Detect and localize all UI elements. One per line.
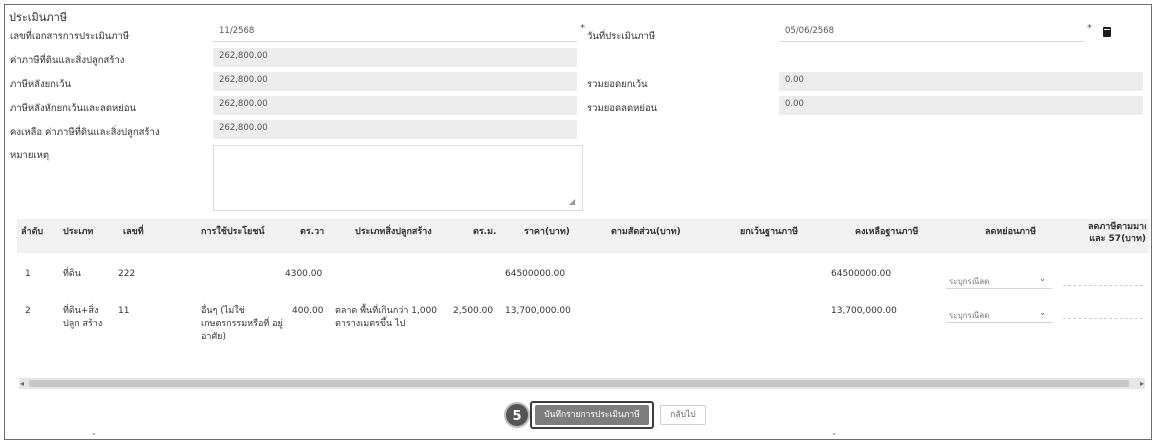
calendar-icon[interactable] — [1103, 27, 1111, 37]
resize-grip-icon[interactable]: ◢ — [569, 197, 575, 206]
tax-after-reduce-label: ภาษีหลังหักยกเว้นและลดหย่อน — [10, 103, 137, 114]
row1-reduce-select[interactable]: ระบุกรณีลด ⌄ — [946, 271, 1052, 289]
col-remaining-base: คงเหลือฐานภาษี — [855, 227, 919, 237]
row2-sqwa: 400.00 — [292, 306, 324, 316]
scroll-left-icon[interactable]: ◂ — [20, 378, 24, 389]
total-exempt-field: 0.00 — [779, 72, 1143, 91]
chevron-down-icon: ⌄ — [1039, 274, 1046, 283]
row1-no: 1 — [25, 269, 31, 279]
row2-reduce-value: ระบุกรณีลด — [949, 311, 990, 320]
tax-assessment-panel: ประเมินภาษี เลขที่เอกสารการประเมินภาษี 1… — [4, 4, 1152, 440]
col-price: ราคา(บาท) — [524, 227, 570, 237]
col-sqwa: ตร.วา — [300, 227, 325, 237]
row2-usage: อื่นๆ (ไม่ใช่ เกษตรกรรมหรือที่ อยู่อาศัย… — [201, 306, 283, 342]
decorative-dot — [833, 433, 835, 435]
row2-reduce-select[interactable]: ระบุกรณีลด ⌄ — [946, 305, 1052, 323]
row1-reduce-law-field[interactable] — [1063, 285, 1143, 287]
assess-date-label: วันที่ประเมินภาษี — [587, 31, 656, 42]
col-type: ประเภท — [63, 227, 94, 237]
table-header — [17, 219, 1149, 253]
save-assessment-button[interactable]: บันทึกรายการประเมินภาษี — [535, 405, 649, 425]
col-share-price: ตามสัดส่วน(บาท) — [611, 227, 681, 237]
row1-remaining-base: 64500000.00 — [831, 269, 892, 279]
total-exempt-label: รวมยอดยกเว้น — [587, 79, 648, 90]
row1-type: ที่ดิน — [63, 269, 81, 279]
col-exempt-base: ยกเว้นฐานภาษี — [740, 227, 799, 237]
chevron-down-icon: ⌄ — [1039, 308, 1046, 317]
row2-reduce-law-field[interactable] — [1063, 318, 1143, 320]
note-label: หมายเหตุ — [10, 150, 50, 161]
doc-no-field[interactable]: 11/2568 — [213, 23, 577, 42]
total-reduce-label: รวมยอดลดหย่อน — [587, 103, 658, 114]
back-button[interactable]: กลับไป — [660, 405, 706, 425]
col-building-type: ประเภทสิ่งปลูกสร้าง — [355, 227, 432, 237]
remaining-tax-field: 262,800.00 — [213, 120, 577, 139]
tax-before-exempt-label: ภาษีหลังยกเว้น — [10, 79, 71, 90]
row2-price: 13,700,000.00 — [505, 306, 571, 316]
row2-remaining-base: 13,700,000.00 — [831, 306, 897, 316]
section-title: ประเมินภาษี — [9, 11, 68, 24]
col-sqm: ตร.ม. — [473, 227, 497, 237]
tax-before-exempt-field: 262,800.00 — [213, 72, 577, 91]
total-reduce-field: 0.00 — [779, 96, 1143, 115]
tax-after-reduce-field: 262,800.00 — [213, 96, 577, 115]
col-no: ลำดับ — [21, 227, 44, 237]
note-textarea[interactable] — [213, 145, 583, 211]
table-horizontal-scrollbar[interactable]: ◂ ▸ — [19, 378, 1145, 389]
decorative-dot — [93, 433, 95, 435]
row1-price: 64500000.00 — [505, 269, 566, 279]
doc-no-label: เลขที่เอกสารการประเมินภาษี — [10, 31, 130, 42]
col-reduce-law: ลดภาษีตามมาตร และ 57(บาท) — [1088, 221, 1146, 245]
remaining-tax-label: คงเหลือ ค่าภาษีที่ดินและสิ่งปลูกสร้าง — [10, 127, 160, 138]
row2-building-type: ตลาด พื้นที่เกินกว่า 1,000 ตารางเมตรขึ้น… — [335, 306, 437, 329]
required-marker: * — [580, 23, 585, 34]
col-usage: การใช้ประโยชน์ — [201, 227, 265, 237]
assess-date-field[interactable]: 05/06/2568 — [779, 23, 1085, 42]
row1-sqwa: 4300.00 — [285, 269, 323, 279]
row1-reduce-value: ระบุกรณีลด — [949, 277, 990, 286]
row2-no: 2 — [25, 306, 31, 316]
total-tax-label: ค่าภาษีที่ดินและสิ่งปลูกสร้าง — [10, 55, 125, 66]
required-marker: * — [1087, 23, 1092, 34]
step-number-badge: 5 — [504, 402, 530, 428]
col-reduce: ลดหย่อนภาษี — [985, 227, 1037, 237]
col-number: เลขที่ — [123, 227, 144, 237]
row2-number: 11 — [118, 306, 130, 316]
col-reduce-law-line2: และ 57(บาท) — [1089, 234, 1146, 244]
row2-sqm: 2,500.00 — [453, 306, 494, 316]
scroll-right-icon[interactable]: ▸ — [1140, 378, 1144, 389]
scrollbar-thumb[interactable] — [29, 380, 1129, 387]
col-reduce-law-line1: ลดภาษีตามมาตร — [1088, 222, 1146, 232]
total-tax-field: 262,800.00 — [213, 48, 577, 67]
row2-type: ที่ดิน+สิ่ง ปลูก สร้าง — [63, 306, 103, 329]
row1-number: 222 — [118, 269, 136, 279]
